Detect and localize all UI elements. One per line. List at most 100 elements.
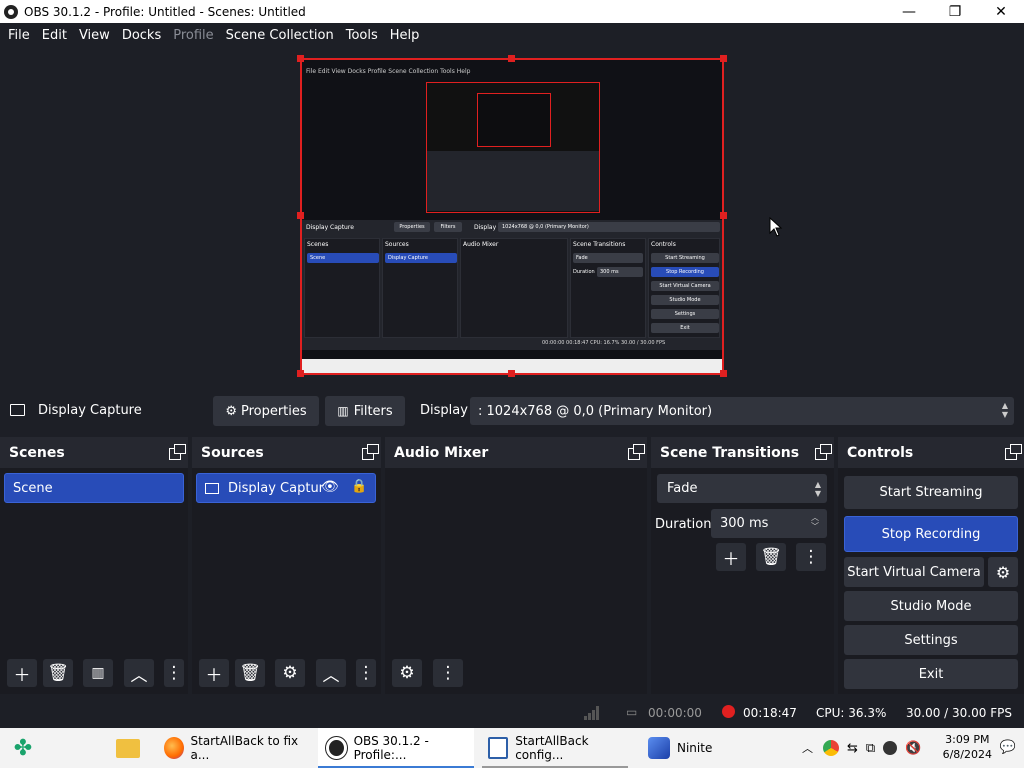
resize-handle-bl[interactable] xyxy=(297,370,304,377)
maximize-button[interactable]: ❐ xyxy=(932,0,978,23)
audio-more-button[interactable]: ⋮ xyxy=(433,659,463,687)
source-item[interactable]: Display Captur 👁 🔒 xyxy=(196,473,376,503)
gear-icon: ⚙ xyxy=(995,562,1011,582)
eye-icon[interactable]: 👁 xyxy=(321,479,339,495)
start-button[interactable]: ✤ xyxy=(8,728,38,768)
scene-more-button[interactable]: ⋮ xyxy=(164,659,184,687)
exit-button[interactable]: Exit xyxy=(844,659,1018,689)
resize-handle-r[interactable] xyxy=(720,212,727,219)
taskbar-item-firefox[interactable]: StartAllBack to fix a... xyxy=(160,728,306,768)
display-icon[interactable]: ⧉ xyxy=(866,741,875,756)
record-icon xyxy=(722,705,735,718)
lock-icon[interactable]: 🔒 xyxy=(351,479,367,494)
menu-docks[interactable]: Docks xyxy=(117,28,166,43)
volume-muted-icon[interactable]: 🔇 xyxy=(905,741,921,756)
add-transition-button[interactable]: ＋ xyxy=(716,543,746,571)
virtual-camera-settings-button[interactable]: ⚙ xyxy=(988,557,1018,587)
plus-icon: ＋ xyxy=(722,549,740,570)
menu-file[interactable]: File xyxy=(3,28,35,43)
move-scene-up-button[interactable]: ︿ xyxy=(124,659,154,687)
float-dock-icon[interactable] xyxy=(628,444,645,460)
preview-canvas[interactable]: File Edit View Docks Profile Scene Colle… xyxy=(300,58,724,375)
mini-filters: Filters xyxy=(434,222,462,232)
transition-more-button[interactable]: ⋮ xyxy=(796,543,826,571)
scene-item[interactable]: Scene xyxy=(4,473,184,503)
window-title: OBS 30.1.2 - Profile: Untitled - Scenes:… xyxy=(24,4,306,19)
source-more-button[interactable]: ⋮ xyxy=(356,659,376,687)
sources-title: Sources xyxy=(201,444,264,461)
taskbar-item-ninite[interactable]: Ninite xyxy=(644,728,754,768)
menu-tools[interactable]: Tools xyxy=(341,28,383,43)
taskbar-clock[interactable]: 3:09 PM 6/8/2024 xyxy=(943,732,992,762)
move-source-up-button[interactable]: ︿ xyxy=(316,659,346,687)
fps-readout: 30.00 / 30.00 FPS xyxy=(906,706,1012,720)
obs-icon xyxy=(326,737,347,759)
source-item-label: Display Captur xyxy=(228,480,325,496)
menu-edit[interactable]: Edit xyxy=(37,28,72,43)
taskbar-file-explorer[interactable] xyxy=(110,728,146,768)
firefox-icon xyxy=(164,737,184,759)
remove-source-button[interactable]: 🗑 xyxy=(235,659,265,687)
obs-logo-icon xyxy=(4,4,18,19)
chevron-up-icon[interactable]: ︿ xyxy=(802,740,813,756)
mini-transitions-title: Scene Transitions xyxy=(573,241,626,248)
duration-spinbox[interactable]: 300 ms ︿ ﹀ xyxy=(711,509,827,538)
preview-area[interactable]: File Edit View Docks Profile Scene Colle… xyxy=(0,47,1024,390)
spin-arrows-icon[interactable]: ︿ ﹀ xyxy=(811,513,819,531)
resize-handle-tr[interactable] xyxy=(720,55,727,62)
audio-settings-button[interactable]: ⚙ xyxy=(392,659,422,687)
plus-icon: ＋ xyxy=(205,665,223,686)
chevron-up-icon: ︿ xyxy=(322,665,340,686)
filters-button[interactable]: ▥ Filters xyxy=(325,396,405,426)
add-scene-button[interactable]: ＋ xyxy=(7,659,37,687)
resize-handle-b[interactable] xyxy=(508,370,515,377)
stop-recording-button[interactable]: Stop Recording xyxy=(844,516,1018,552)
minimize-button[interactable]: — xyxy=(886,0,932,23)
taskbar-item-label: StartAllBack config... xyxy=(515,734,589,762)
resize-handle-l[interactable] xyxy=(297,212,304,219)
taskbar-item-obs[interactable]: OBS 30.1.2 - Profile:... xyxy=(318,728,474,768)
menu-help[interactable]: Help xyxy=(385,28,425,43)
remove-scene-button[interactable]: 🗑 xyxy=(43,659,73,687)
studio-mode-button[interactable]: Studio Mode xyxy=(844,591,1018,621)
menu-view[interactable]: View xyxy=(74,28,115,43)
trash-icon: 🗑 xyxy=(239,663,261,683)
status-bar: ▭ 00:00:00 00:18:47 CPU: 36.3% 30.00 / 3… xyxy=(0,697,1024,728)
display-label: Display xyxy=(420,403,468,418)
resize-handle-br[interactable] xyxy=(720,370,727,377)
taskbar-item-label: Ninite xyxy=(677,741,713,755)
float-dock-icon[interactable] xyxy=(362,444,379,460)
more-vertical-icon: ⋮ xyxy=(357,663,375,683)
chrome-icon[interactable] xyxy=(823,740,839,756)
start-virtual-camera-button[interactable]: Start Virtual Camera xyxy=(844,557,984,587)
source-properties-button[interactable]: ⚙ xyxy=(275,659,305,687)
scene-filters-button[interactable]: ▥ xyxy=(83,659,113,687)
display-select[interactable]: : 1024x768 @ 0,0 (Primary Monitor) ▲ ▼ xyxy=(470,397,1014,425)
float-dock-icon[interactable] xyxy=(815,444,832,460)
menu-scene-collection[interactable]: Scene Collection xyxy=(221,28,339,43)
add-source-button[interactable]: ＋ xyxy=(199,659,229,687)
network-icon[interactable]: ⇆ xyxy=(847,741,858,756)
resize-handle-tl[interactable] xyxy=(297,55,304,62)
settings-button[interactable]: Settings xyxy=(844,625,1018,655)
transition-type-select[interactable]: Fade ▲ ▼ xyxy=(657,474,827,503)
more-vertical-icon: ⋮ xyxy=(802,547,820,567)
trash-icon: 🗑 xyxy=(47,663,69,683)
close-button[interactable]: ✕ xyxy=(978,0,1024,23)
float-dock-icon[interactable] xyxy=(169,444,186,460)
mini-source-item: Display Capture xyxy=(385,253,457,263)
chat-bubble-icon[interactable]: 💬 xyxy=(1000,740,1016,755)
remove-transition-button[interactable]: 🗑 xyxy=(756,543,786,571)
resize-handle-t[interactable] xyxy=(508,55,515,62)
float-dock-icon[interactable] xyxy=(1005,444,1022,460)
menu-profile[interactable]: Profile xyxy=(168,28,218,43)
taskbar-item-startallback-config[interactable]: StartAllBack config... xyxy=(482,728,628,768)
scenes-dock: Scenes Scene ＋ 🗑 ▥ ︿ ⋮ xyxy=(0,437,188,694)
properties-label: Properties xyxy=(240,403,307,419)
mini-duration-value: 300 ms xyxy=(597,267,643,277)
mouse-cursor-icon xyxy=(769,217,783,237)
cpu-usage: CPU: 36.3% xyxy=(816,706,887,720)
obs-tray-icon[interactable] xyxy=(883,741,898,755)
start-streaming-button[interactable]: Start Streaming xyxy=(844,476,1018,509)
properties-button[interactable]: ⚙ Properties xyxy=(213,396,319,426)
